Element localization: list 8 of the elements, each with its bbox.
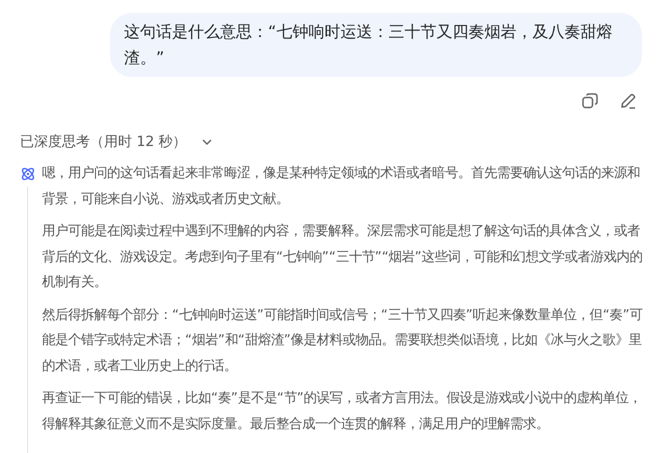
thinking-paragraph: 再查证一下可能的错误，比如“奏”是不是“节”的误写，或者方言用法。假设是游戏或小说中的虚构单位，得解释其象征意义而不是实际度量。最后整合成一个连贯的解释，满足用户的理解需求。 [42, 390, 643, 434]
thinking-paragraph: 用户可能是在阅读过程中遇到不理解的内容，需要解释。深层需求可能是想了解这句话的具体含义，或者背后的文化、游戏设定。考虑到句子里有“七钟响”“三十节”“烟岩”这些词，可能和幻想文学或者游戏内的机制有关。 [42, 222, 644, 292]
copy-button[interactable] [580, 91, 600, 111]
user-message: 这句话是什么意思：“七钟响时运送：三十节又四奏烟岩，及八奏甜熔渣。” [110, 13, 642, 77]
thinking-paragraph: 嗯，用户问的这句话看起来非常晦涩，像是某种特定领域的术语或者暗号。首先需要确认这句话的来源和背景，可能来自小说、游戏或者历史文献。 [42, 164, 641, 208]
atom-icon [20, 166, 36, 182]
thinking-paragraph: 然后得拆解每个部分：“七钟响时运送”可能指时间或信号；“三十节又四奏”听起来像数量单位，但“奏”可能是个错字或特定术语；“烟岩”和“甜熔渣”像是材料或物品。需要联想类似语境，比如《冰与火之歌》里的术语，或者工业历史上的行话。 [42, 306, 644, 376]
thinking-toggle[interactable]: 已深度思考（用时 12 秒） [20, 133, 213, 151]
